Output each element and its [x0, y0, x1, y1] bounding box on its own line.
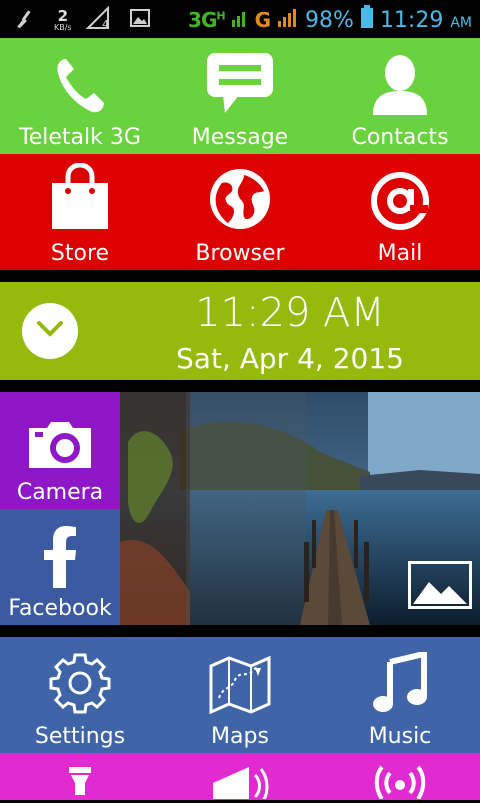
maps-tile[interactable]: Maps: [160, 637, 320, 753]
chevron-down-icon: [36, 320, 64, 342]
message-label: Message: [191, 125, 289, 150]
message-icon: [205, 51, 275, 119]
hotspot-tile[interactable]: [320, 753, 480, 803]
app-row-red: Store Browser Mail: [0, 154, 480, 270]
message-tile[interactable]: Message: [160, 38, 320, 154]
teletalk-tile[interactable]: Teletalk 3G: [0, 38, 160, 154]
quick-toggle-row: [0, 753, 480, 803]
settings-label: Settings: [34, 724, 126, 749]
shopping-bag-icon: [50, 162, 110, 235]
gallery-icon[interactable]: [408, 561, 472, 609]
expand-button[interactable]: [22, 303, 78, 359]
browser-label: Browser: [195, 241, 285, 266]
store-label: Store: [50, 241, 110, 266]
sim-signal-icon: 4: [85, 5, 116, 34]
settings-tile[interactable]: Settings: [0, 637, 160, 753]
volume-icon: [209, 765, 271, 803]
sim-number: 4: [102, 18, 109, 30]
speed-value: 2: [57, 6, 69, 25]
gear-icon: [49, 652, 111, 718]
signal-strength-icon-1: [231, 6, 249, 34]
music-note-icon: [372, 650, 428, 718]
widget-date: Sat, Apr 4, 2015: [176, 342, 404, 375]
signal-strength-icon-2: [277, 6, 299, 34]
maps-label: Maps: [211, 724, 269, 749]
teletalk-label: Teletalk 3G: [19, 125, 141, 150]
camera-icon: [25, 418, 95, 476]
contacts-tile[interactable]: Contacts: [320, 38, 480, 154]
network-3g-label: 3GH: [188, 8, 226, 32]
mail-tile[interactable]: Mail: [320, 154, 480, 270]
widget-time: 11:29 AM: [195, 290, 385, 336]
camera-tile[interactable]: Camera: [0, 392, 120, 509]
volume-tile[interactable]: [160, 753, 320, 803]
app-row-green: Teletalk 3G Message Contacts: [0, 38, 480, 154]
gallery-photo-widget[interactable]: [120, 392, 480, 625]
app-row-blue: Settings Maps Music: [0, 637, 480, 753]
camera-label: Camera: [16, 480, 104, 505]
store-tile[interactable]: Store: [0, 154, 160, 270]
image-notification-icon: [129, 9, 150, 31]
speed-unit: KB/s: [54, 22, 72, 32]
facebook-tile[interactable]: Facebook: [0, 509, 120, 625]
contacts-icon: [371, 53, 429, 119]
map-icon: [209, 655, 271, 718]
status-clock: 11:29 AM: [379, 7, 472, 33]
broom-cleaner-icon: [14, 7, 40, 33]
status-bar: 2 KB/s 4 3GH G 98% 11:29 AM: [0, 0, 480, 38]
facebook-icon: [42, 526, 78, 592]
at-sign-icon: [370, 171, 430, 235]
phone-icon: [52, 55, 108, 119]
contacts-label: Contacts: [351, 125, 449, 150]
battery-icon: [360, 5, 374, 35]
battery-percent: 98%: [305, 7, 354, 33]
browser-tile[interactable]: Browser: [160, 154, 320, 270]
flashlight-tile[interactable]: [0, 753, 160, 800]
clock-widget[interactable]: 11:29 AM Sat, Apr 4, 2015: [0, 282, 480, 380]
globe-icon: [208, 167, 272, 235]
network-g-label: G: [254, 8, 272, 32]
network-speed: 2 KB/s: [54, 6, 72, 32]
flashlight-icon: [65, 765, 95, 799]
music-label: Music: [368, 724, 432, 749]
music-tile[interactable]: Music: [320, 637, 480, 753]
mail-label: Mail: [377, 241, 423, 266]
facebook-label: Facebook: [8, 596, 112, 621]
hotspot-icon: [373, 765, 427, 803]
